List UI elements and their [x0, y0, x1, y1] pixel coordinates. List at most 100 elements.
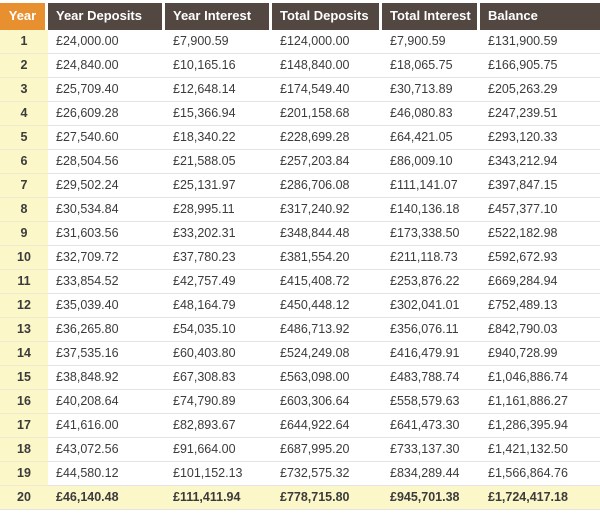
table-row: 4 £26,609.28 £15,366.94 £201,158.68 £46,080.…: [0, 102, 600, 126]
cell-year-interest: £111,411.94: [165, 486, 272, 510]
cell-balance: £166,905.75: [480, 54, 600, 78]
cell-year-interest: £18,340.22: [165, 126, 272, 150]
table-header: Year Year Deposits Year Interest Total D…: [0, 3, 600, 30]
cell-balance: £205,263.29: [480, 78, 600, 102]
cell-total-interest: £46,080.83: [382, 102, 480, 126]
table-row: 7 £29,502.24 £25,131.97 £286,706.08 £111,141…: [0, 174, 600, 198]
cell-year-deposits: £30,534.84: [48, 198, 165, 222]
cell-total-interest: £111,141.07: [382, 174, 480, 198]
cell-balance: £842,790.03: [480, 318, 600, 342]
cell-year-interest: £10,165.16: [165, 54, 272, 78]
cell-balance: £592,672.93: [480, 246, 600, 270]
cell-total-deposits: £732,575.32: [272, 462, 382, 486]
cell-year: 1: [0, 30, 48, 54]
cell-balance: £457,377.10: [480, 198, 600, 222]
cell-total-interest: £483,788.74: [382, 366, 480, 390]
cell-year-deposits: £24,840.00: [48, 54, 165, 78]
cell-total-deposits: £644,922.64: [272, 414, 382, 438]
cell-year: 14: [0, 342, 48, 366]
cell-year-deposits: £26,609.28: [48, 102, 165, 126]
cell-balance: £1,286,395.94: [480, 414, 600, 438]
cell-year: 18: [0, 438, 48, 462]
cell-total-interest: £253,876.22: [382, 270, 480, 294]
savings-projection-table: Year Year Deposits Year Interest Total D…: [0, 3, 600, 510]
table-row: 8 £30,534.84 £28,995.11 £317,240.92 £140,136…: [0, 198, 600, 222]
cell-total-deposits: £524,249.08: [272, 342, 382, 366]
table-row: 16 £40,208.64 £74,790.89 £603,306.64 £558,57…: [0, 390, 600, 414]
table-row: 18 £43,072.56 £91,664.00 £687,995.20 £733,13…: [0, 438, 600, 462]
cell-total-deposits: £603,306.64: [272, 390, 382, 414]
cell-year: 16: [0, 390, 48, 414]
cell-year: 12: [0, 294, 48, 318]
table-row: 17 £41,616.00 £82,893.67 £644,922.64 £641,47…: [0, 414, 600, 438]
cell-total-deposits: £257,203.84: [272, 150, 382, 174]
cell-total-interest: £140,136.18: [382, 198, 480, 222]
cell-year: 17: [0, 414, 48, 438]
cell-balance: £522,182.98: [480, 222, 600, 246]
cell-total-interest: £945,701.38: [382, 486, 480, 510]
cell-total-deposits: £381,554.20: [272, 246, 382, 270]
cell-year-interest: £42,757.49: [165, 270, 272, 294]
cell-total-deposits: £228,699.28: [272, 126, 382, 150]
cell-year: 5: [0, 126, 48, 150]
column-header-balance[interactable]: Balance: [480, 3, 600, 30]
cell-total-deposits: £486,713.92: [272, 318, 382, 342]
cell-year: 19: [0, 462, 48, 486]
column-header-year-interest[interactable]: Year Interest: [165, 3, 272, 30]
cell-year-interest: £33,202.31: [165, 222, 272, 246]
cell-year-deposits: £37,535.16: [48, 342, 165, 366]
cell-total-interest: £558,579.63: [382, 390, 480, 414]
column-header-year-deposits[interactable]: Year Deposits: [48, 3, 165, 30]
cell-year: 7: [0, 174, 48, 198]
cell-balance: £131,900.59: [480, 30, 600, 54]
cell-balance: £940,728.99: [480, 342, 600, 366]
cell-balance: £669,284.94: [480, 270, 600, 294]
cell-total-deposits: £201,158.68: [272, 102, 382, 126]
cell-balance: £1,566,864.76: [480, 462, 600, 486]
cell-total-interest: £416,479.91: [382, 342, 480, 366]
column-header-year[interactable]: Year: [0, 3, 48, 30]
cell-total-deposits: £348,844.48: [272, 222, 382, 246]
cell-total-deposits: £124,000.00: [272, 30, 382, 54]
table-row: 3 £25,709.40 £12,648.14 £174,549.40 £30,713.…: [0, 78, 600, 102]
cell-balance: £343,212.94: [480, 150, 600, 174]
cell-total-deposits: £450,448.12: [272, 294, 382, 318]
table-row: 11 £33,854.52 £42,757.49 £415,408.72 £253,87…: [0, 270, 600, 294]
cell-total-interest: £64,421.05: [382, 126, 480, 150]
cell-year-interest: £101,152.13: [165, 462, 272, 486]
cell-balance: £1,724,417.18: [480, 486, 600, 510]
cell-total-interest: £7,900.59: [382, 30, 480, 54]
column-header-total-deposits[interactable]: Total Deposits: [272, 3, 382, 30]
table-body: 1 £24,000.00 £7,900.59 £124,000.00 £7,900.59…: [0, 30, 600, 510]
cell-total-deposits: £148,840.00: [272, 54, 382, 78]
cell-year-interest: £54,035.10: [165, 318, 272, 342]
cell-year-deposits: £27,540.60: [48, 126, 165, 150]
cell-balance: £293,120.33: [480, 126, 600, 150]
savings-projection-table-container: Year Year Deposits Year Interest Total D…: [0, 0, 600, 510]
cell-year-interest: £67,308.83: [165, 366, 272, 390]
cell-total-deposits: £563,098.00: [272, 366, 382, 390]
cell-balance: £397,847.15: [480, 174, 600, 198]
cell-total-interest: £733,137.30: [382, 438, 480, 462]
cell-year: 9: [0, 222, 48, 246]
table-row: 12 £35,039.40 £48,164.79 £450,448.12 £302,04…: [0, 294, 600, 318]
table-row: 19 £44,580.12 £101,152.13 £732,575.32 £834,2…: [0, 462, 600, 486]
table-row: 5 £27,540.60 £18,340.22 £228,699.28 £64,421.…: [0, 126, 600, 150]
cell-total-interest: £173,338.50: [382, 222, 480, 246]
cell-total-interest: £18,065.75: [382, 54, 480, 78]
cell-year: 2: [0, 54, 48, 78]
cell-year-deposits: £24,000.00: [48, 30, 165, 54]
cell-year-interest: £25,131.97: [165, 174, 272, 198]
cell-total-deposits: £174,549.40: [272, 78, 382, 102]
cell-year-interest: £74,790.89: [165, 390, 272, 414]
table-row: 15 £38,848.92 £67,308.83 £563,098.00 £483,78…: [0, 366, 600, 390]
table-header-row: Year Year Deposits Year Interest Total D…: [0, 3, 600, 30]
cell-year-interest: £48,164.79: [165, 294, 272, 318]
cell-total-interest: £86,009.10: [382, 150, 480, 174]
cell-total-interest: £356,076.11: [382, 318, 480, 342]
cell-total-interest: £641,473.30: [382, 414, 480, 438]
table-row: 2 £24,840.00 £10,165.16 £148,840.00 £18,065.…: [0, 54, 600, 78]
cell-year-deposits: £46,140.48: [48, 486, 165, 510]
cell-total-interest: £302,041.01: [382, 294, 480, 318]
column-header-total-interest[interactable]: Total Interest: [382, 3, 480, 30]
